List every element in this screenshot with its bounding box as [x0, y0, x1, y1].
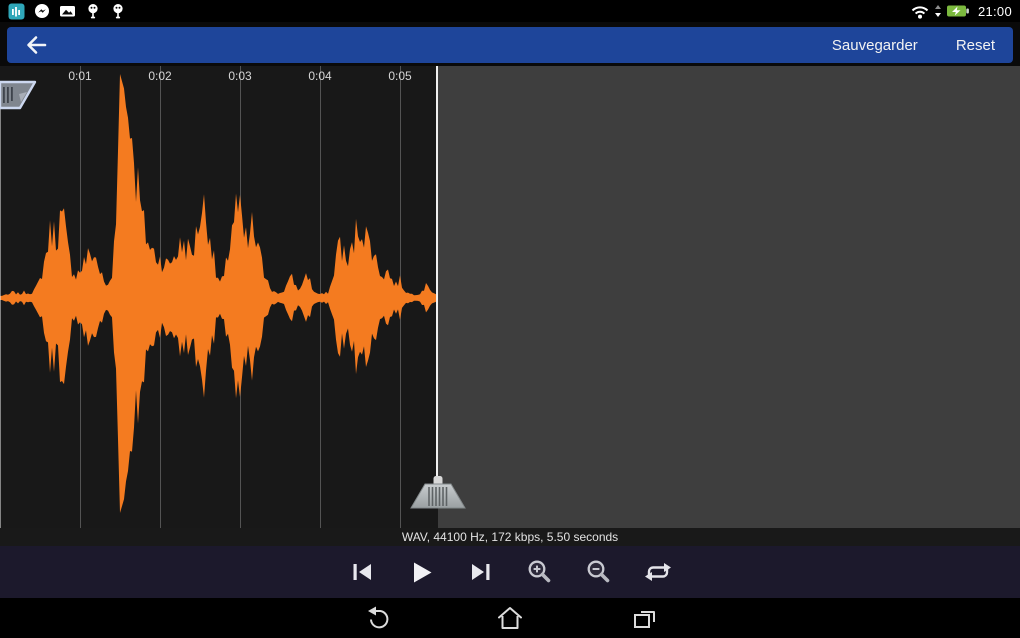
loop-icon — [642, 561, 674, 583]
wifi-icon — [910, 3, 930, 19]
screenshot-icon — [59, 3, 76, 19]
skip-previous-icon — [351, 562, 374, 582]
messenger-icon — [34, 3, 50, 19]
zoom-out-icon — [585, 559, 612, 586]
nav-recents-button[interactable] — [623, 601, 665, 635]
nav-home-icon — [496, 605, 524, 631]
battery-charging-icon — [946, 4, 970, 18]
toolbar-actions: Sauvegarder Reset — [794, 37, 995, 54]
nav-home-button[interactable] — [489, 601, 531, 635]
zoom-in-icon — [526, 559, 553, 586]
skip-next-icon — [469, 562, 492, 582]
notification-icons — [8, 3, 126, 20]
usb-icon — [110, 3, 126, 20]
file-info-bar: WAV, 44100 Hz, 172 kbps, 5.50 seconds — [0, 528, 1020, 546]
file-info-text: WAV, 44100 Hz, 172 kbps, 5.50 seconds — [402, 530, 618, 544]
start-marker-icon — [0, 80, 39, 112]
nav-recents-icon — [630, 605, 658, 631]
selection-start-handle[interactable] — [0, 80, 39, 117]
app-toolbar-wrap: Sauvegarder Reset — [0, 22, 1020, 66]
skip-next-button[interactable] — [458, 551, 504, 593]
arrow-left-icon — [24, 34, 48, 56]
loop-button[interactable] — [635, 551, 681, 593]
back-button[interactable] — [19, 30, 53, 60]
unplayed-region[interactable] — [438, 66, 1020, 528]
zoom-out-button[interactable] — [576, 551, 622, 593]
status-bar: 21:00 — [0, 0, 1020, 22]
android-nav-bar — [0, 598, 1020, 638]
playhead-marker-icon — [408, 473, 468, 511]
audio-editor-app-icon — [8, 3, 25, 20]
reset-button[interactable]: Reset — [956, 37, 995, 54]
play-button[interactable] — [399, 551, 445, 593]
clock: 21:00 — [978, 4, 1012, 19]
save-button[interactable]: Sauvegarder — [832, 37, 918, 54]
status-indicators: 21:00 — [910, 3, 1012, 19]
waveform-area[interactable]: 0:010:020:030:040:05 — [0, 66, 1020, 528]
transport-bar — [0, 546, 1020, 598]
network-activity-icon — [934, 4, 942, 18]
skip-previous-button[interactable] — [340, 551, 386, 593]
play-icon — [410, 561, 434, 584]
selection-start-line — [0, 82, 1, 528]
audio-waveform[interactable] — [0, 66, 438, 528]
zoom-in-button[interactable] — [517, 551, 563, 593]
app-toolbar: Sauvegarder Reset — [7, 27, 1013, 63]
playhead-line — [436, 66, 438, 480]
nav-back-button[interactable] — [355, 601, 397, 635]
screen: 21:00 Sauvegarder Reset 0:010:020:030:04… — [0, 0, 1020, 638]
playhead-handle[interactable] — [408, 473, 468, 516]
usb-icon — [85, 3, 101, 20]
nav-back-icon — [363, 605, 390, 631]
